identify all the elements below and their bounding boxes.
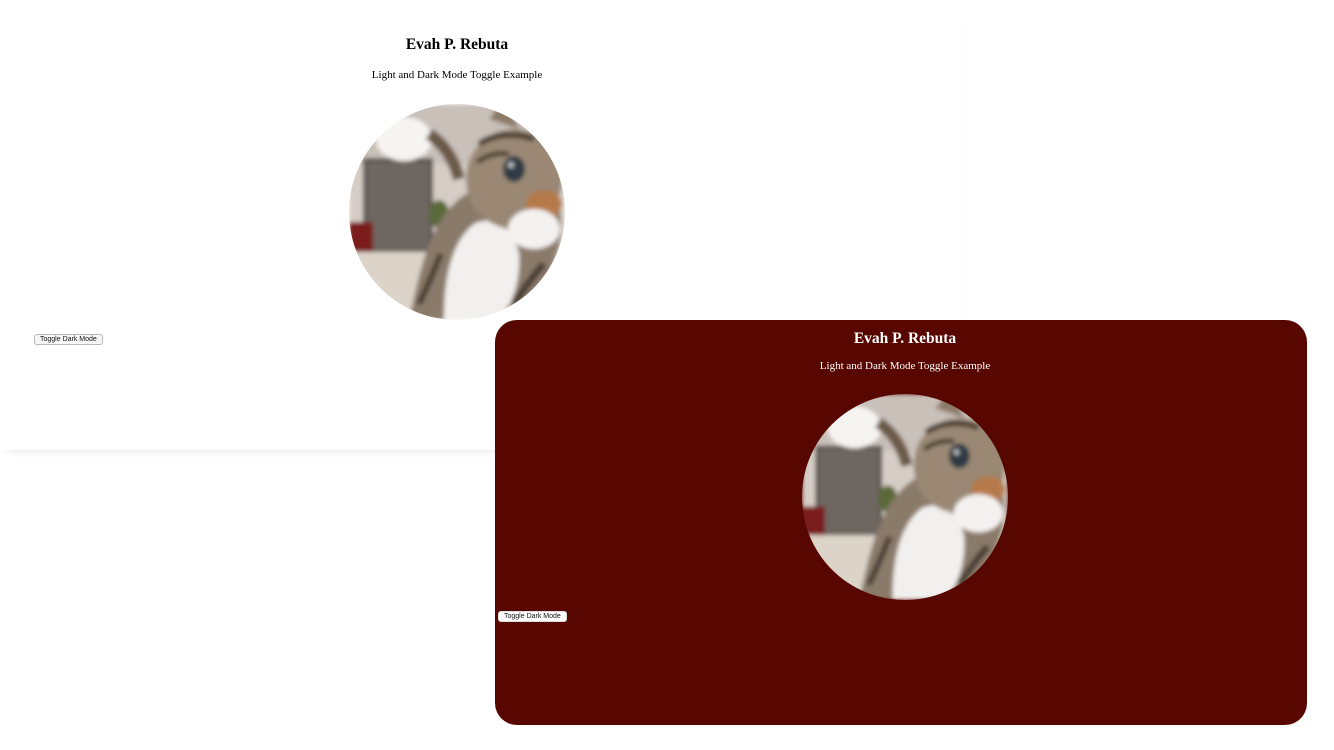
cat-photo-icon: [349, 104, 565, 320]
page-subtitle: Light and Dark Mode Toggle Example: [819, 360, 991, 372]
page-subtitle: Light and Dark Mode Toggle Example: [371, 69, 543, 81]
toggle-dark-mode-button[interactable]: Toggle Dark Mode: [34, 334, 103, 345]
page-title: Evah P. Rebuta: [853, 330, 957, 347]
page-title: Evah P. Rebuta: [405, 36, 509, 53]
dark-mode-window: Evah P. Rebuta Light and Dark Mode Toggl…: [495, 320, 1307, 725]
cat-photo-icon: [802, 394, 1008, 600]
toggle-dark-mode-button[interactable]: Toggle Dark Mode: [498, 611, 567, 622]
